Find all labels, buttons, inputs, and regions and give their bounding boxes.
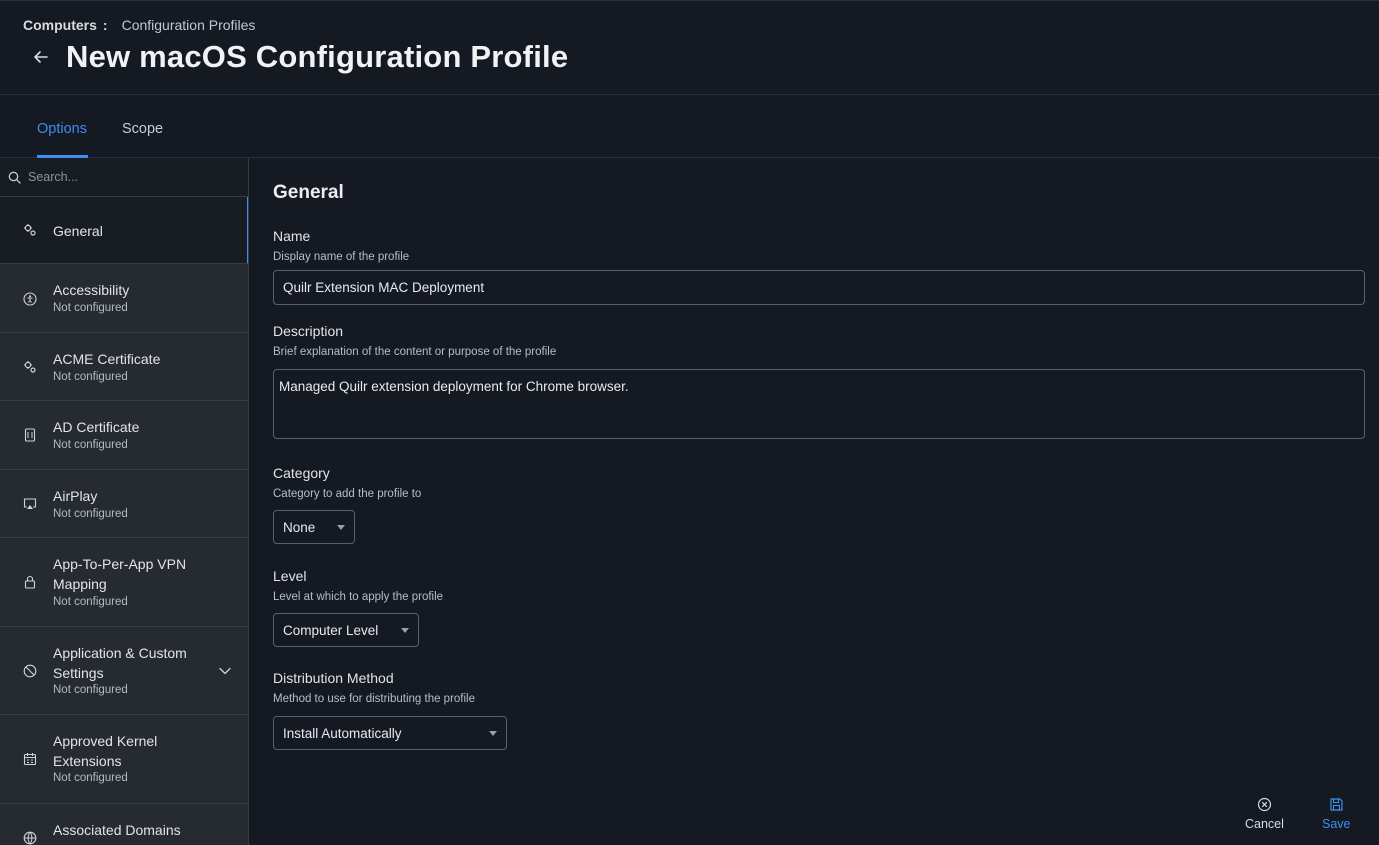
block-icon [23, 664, 37, 678]
sidebar-item-approved-kernel-extensions[interactable]: Approved Kernel Extensions Not configure… [0, 715, 248, 804]
category-select[interactable]: None [273, 510, 355, 544]
page-header: Computers : Configuration Profiles New m… [0, 0, 1379, 95]
sidebar-search-input[interactable] [28, 166, 238, 188]
save-button[interactable]: Save [1322, 797, 1351, 831]
cancel-button[interactable]: Cancel [1245, 797, 1284, 831]
sidebar-item-label: Approved Kernel Extensions [53, 733, 158, 769]
breadcrumb-separator: : [102, 17, 108, 33]
lock-icon [24, 575, 36, 589]
category-help: Category to add the profile to [273, 488, 422, 500]
tab-bar: Options Scope [0, 95, 1379, 158]
accessibility-icon [23, 292, 37, 306]
breadcrumb-configuration-profiles[interactable]: Configuration Profiles [122, 17, 256, 33]
sidebar-item-label: ACME Certificate [53, 351, 161, 367]
sidebar-item-status: Not configured [53, 596, 128, 608]
name-input[interactable]: Quilr Extension MAC Deployment [273, 270, 1365, 305]
back-arrow-icon[interactable] [32, 48, 50, 66]
distribution-method-label: Distribution Method [273, 670, 394, 686]
sidebar-item-acme-certificate[interactable]: ACME Certificate Not configured [0, 333, 248, 401]
sidebar-item-label: AirPlay [53, 488, 98, 504]
sidebar-item-application-custom-settings[interactable]: Application & Custom Settings Not config… [0, 627, 248, 715]
calendar-icon [23, 753, 37, 766]
sidebar-item-status: Not configured [53, 371, 128, 383]
search-icon [8, 171, 21, 184]
payload-sidebar: General Accessibility Not configured ACM… [0, 158, 249, 845]
gears-icon [24, 361, 36, 373]
category-label: Category [273, 465, 330, 481]
tab-scope[interactable]: Scope [122, 121, 163, 158]
sidebar-search [0, 158, 248, 197]
description-help: Brief explanation of the content or purp… [273, 346, 557, 358]
name-help: Display name of the profile [273, 251, 410, 263]
breadcrumb: Computers : Configuration Profiles [23, 17, 255, 33]
distribution-method-select[interactable]: Install Automatically [273, 716, 507, 750]
description-label: Description [273, 323, 344, 339]
description-textarea[interactable]: Managed Quilr extension deployment for C… [273, 369, 1365, 439]
sidebar-item-label: Associated Domains [53, 822, 181, 838]
save-label: Save [1322, 817, 1351, 831]
breadcrumb-computers[interactable]: Computers [23, 17, 97, 33]
category-select-value: None [283, 519, 316, 535]
chevron-down-icon[interactable] [218, 664, 232, 678]
level-select-value: Computer Level [283, 622, 379, 638]
sidebar-item-ad-certificate[interactable]: AD Certificate Not configured [0, 401, 248, 470]
page-title: New macOS Configuration Profile [66, 39, 569, 74]
cancel-icon [1257, 797, 1272, 812]
sidebar-item-status: Not configured [53, 302, 128, 314]
sidebar-item-label: App-To-Per-App VPN Mapping [53, 556, 187, 592]
section-title: General [273, 182, 344, 203]
sidebar-item-airplay[interactable]: AirPlay Not configured [0, 470, 248, 538]
sidebar-item-status: Not configured [53, 439, 128, 451]
level-select[interactable]: Computer Level [273, 613, 419, 647]
sidebar-item-status: Not configured [53, 772, 128, 784]
distribution-method-help: Method to use for distributing the profi… [273, 693, 476, 705]
level-label: Level [273, 568, 307, 584]
cancel-label: Cancel [1245, 817, 1284, 831]
caret-down-icon [337, 525, 345, 530]
sidebar-item-label: General [53, 223, 103, 239]
certificate-icon [24, 428, 36, 442]
save-icon [1330, 798, 1343, 811]
sidebar-item-label: Application & Custom Settings [53, 645, 187, 681]
sidebar-item-associated-domains[interactable]: Associated Domains [0, 804, 248, 845]
sidebar-item-general[interactable]: General [0, 197, 248, 264]
airplay-icon [23, 498, 37, 509]
caret-down-icon [489, 731, 497, 736]
sidebar-item-status: Not configured [53, 508, 128, 520]
sidebar-item-vpn-mapping[interactable]: App-To-Per-App VPN Mapping Not configure… [0, 538, 248, 627]
sidebar-item-label: Accessibility [53, 282, 130, 298]
sidebar-item-status: Not configured [53, 684, 128, 696]
name-label: Name [273, 228, 311, 244]
distribution-method-select-value: Install Automatically [283, 725, 402, 741]
caret-down-icon [401, 628, 409, 633]
globe-icon [23, 831, 37, 845]
sidebar-item-label: AD Certificate [53, 419, 140, 435]
level-help: Level at which to apply the profile [273, 591, 444, 603]
gears-icon [24, 224, 36, 236]
sidebar-item-accessibility[interactable]: Accessibility Not configured [0, 264, 248, 333]
tab-options[interactable]: Options [37, 121, 88, 158]
